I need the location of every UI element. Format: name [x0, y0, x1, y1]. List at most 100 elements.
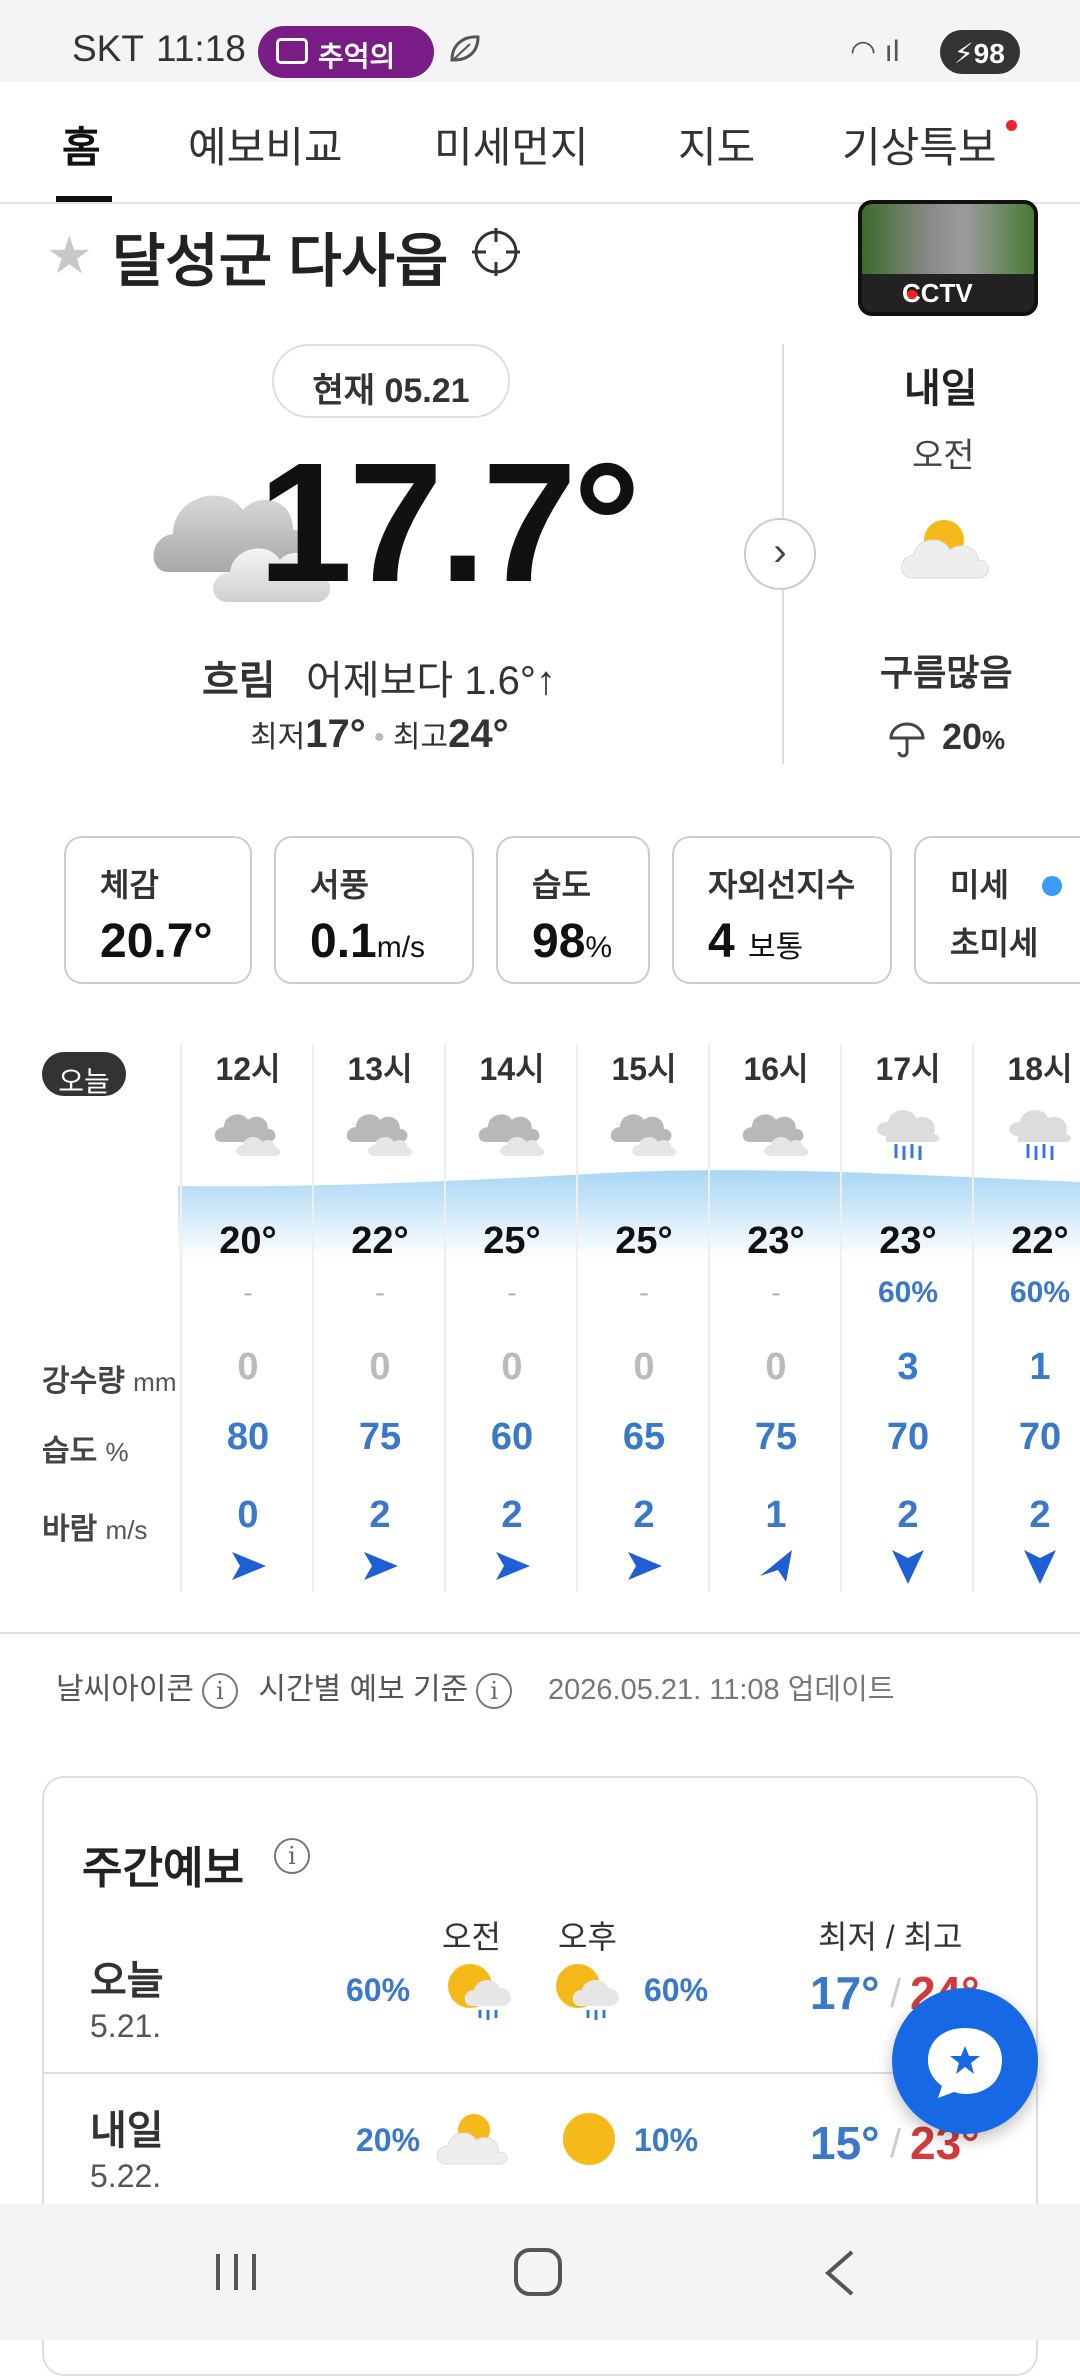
hour-humidity: 75 — [358, 1416, 402, 1458]
hour-wind-speed: 1 — [765, 1494, 787, 1536]
wind-direction-arrow-icon — [496, 1552, 530, 1580]
min-temperature: 15° — [810, 2117, 880, 2169]
hour-label: 12시 — [215, 1051, 281, 1087]
back-icon[interactable] — [820, 2248, 860, 2298]
metric-value: 0.1m/s — [310, 915, 426, 968]
tab-fine-dust[interactable]: 미세먼지 — [434, 114, 589, 175]
tab-home[interactable]: 홈 — [62, 114, 101, 175]
hourly-column: 15시 25° - 0 65 2 — [576, 1044, 708, 1592]
hour-rainfall: 3 — [897, 1346, 919, 1388]
hour-label: 14시 — [479, 1051, 545, 1087]
metric-card-wind[interactable]: 서풍 0.1m/s — [274, 836, 474, 984]
min-temperature: 17° — [810, 1967, 880, 2019]
hour-label: 13시 — [347, 1051, 413, 1087]
hourly-column: 17시 23° 60% 3 70 2 — [840, 1044, 972, 1592]
hour-temperature: 25° — [615, 1220, 673, 1262]
cloudy-icon — [346, 1114, 413, 1156]
day-label: 내일 — [90, 2109, 164, 2153]
hour-rain-probability: 60% — [877, 1276, 939, 1309]
forecast-basis-label: 시간별 예보 기준 — [258, 1673, 469, 1706]
next-arrow-button[interactable]: › — [744, 518, 816, 590]
recent-apps-icon[interactable] — [212, 2250, 260, 2294]
hour-rain-probability: 60% — [1009, 1276, 1071, 1309]
hour-wind-speed: 0 — [237, 1494, 259, 1536]
hour-label: 17시 — [875, 1051, 941, 1087]
metric-label: 체감 — [100, 867, 159, 903]
metric-label: 습도 — [532, 867, 591, 903]
wifi-signal-icon: ◠ ıl — [850, 35, 900, 68]
hour-wind-speed: 2 — [501, 1494, 523, 1536]
divider — [0, 1632, 1080, 1634]
chevron-right-icon: › — [773, 530, 787, 574]
hourly-column: 12시 20° - 0 80 0 — [180, 1044, 312, 1592]
hour-humidity: 60 — [490, 1416, 534, 1458]
row-label-rain: 강수량 mm — [42, 1365, 177, 1398]
metric-card-feels-like[interactable]: 체감 20.7° — [64, 836, 252, 984]
favorite-star-icon[interactable]: ★ — [46, 226, 93, 286]
locate-target-icon[interactable] — [470, 226, 522, 278]
hour-humidity: 70 — [1018, 1416, 1062, 1458]
status-bar: SKT 11:18 추억의 ◠ ıl ⚡98 — [0, 0, 1080, 82]
row-label-humidity: 습도 % — [42, 1435, 129, 1468]
tab-forecast-compare[interactable]: 예보비교 — [188, 114, 343, 175]
hour-rainfall: 0 — [633, 1346, 655, 1388]
hour-temperature: 23° — [747, 1220, 805, 1262]
metric-card-dust[interactable]: 미세 초미세 — [914, 836, 1080, 984]
leaf-icon — [450, 35, 480, 62]
carrier-label: SKT — [72, 28, 144, 69]
rain-icon — [1009, 1110, 1072, 1160]
rain-icon — [877, 1110, 940, 1160]
hour-rain-probability: - — [243, 1276, 253, 1309]
weekly-title: 주간예보 — [82, 1844, 244, 1893]
day-date: 5.21. — [90, 2008, 162, 2044]
info-icon[interactable]: i — [476, 1673, 513, 1710]
chat-star-icon — [928, 2028, 1002, 2098]
location-name: 달성군 다사읍 — [112, 229, 449, 294]
current-temperature: 17.7° — [258, 428, 641, 618]
media-pill-label: 추억의 — [318, 41, 396, 72]
min-value: 17° — [305, 712, 366, 756]
metric-value: 20.7° — [100, 915, 213, 968]
hour-rain-probability: - — [639, 1276, 649, 1309]
sun-rain-icon — [556, 1964, 619, 2020]
hour-humidity: 75 — [754, 1416, 798, 1458]
metric-value: 98% — [532, 915, 613, 968]
hourly-column: 13시 22° - 0 75 2 — [312, 1044, 444, 1592]
hour-rainfall: 1 — [1029, 1346, 1051, 1388]
tomorrow-period: 오전 — [912, 437, 975, 475]
weekly-row-today[interactable]: 오늘 5.21. 60% 60% 17° / 24° — [44, 1924, 1036, 2074]
wind-direction-arrow-icon — [1024, 1550, 1056, 1584]
hour-temperature: 20° — [219, 1220, 277, 1262]
wind-direction-arrow-icon — [892, 1550, 924, 1584]
info-icon[interactable]: i — [202, 1673, 238, 1710]
pm-rain-probability: 60% — [644, 1972, 709, 2008]
metric-card-uv[interactable]: 자외선지수 4 보통 — [672, 836, 892, 984]
hour-rain-probability: - — [375, 1276, 385, 1309]
hour-temperature: 22° — [351, 1220, 409, 1262]
min-label: 최저 — [250, 721, 306, 754]
info-icon[interactable]: i — [274, 1838, 310, 1874]
metric-card-humidity[interactable]: 습도 98% — [496, 836, 650, 984]
hour-humidity: 70 — [886, 1416, 930, 1458]
weather-icon-info-label: 날씨아이콘 — [56, 1673, 194, 1706]
hour-rain-probability: - — [507, 1276, 517, 1309]
day-date: 5.22. — [90, 2158, 162, 2194]
cloudy-icon — [214, 1114, 281, 1156]
radio-icon — [276, 38, 308, 64]
metric-label: 서풍 — [310, 867, 369, 903]
info-row: 날씨아이콘 i 시간별 예보 기준 i — [56, 1664, 524, 1710]
hourly-column: 18시 22° 60% 1 70 2 — [972, 1044, 1080, 1592]
chatbot-fab-button[interactable] — [892, 1988, 1038, 2134]
weekly-row-tomorrow[interactable]: 내일 5.22. 20% 10% 15° / 23° — [44, 2074, 1036, 2224]
active-tab-indicator — [56, 196, 112, 202]
tab-map[interactable]: 지도 — [678, 114, 755, 175]
current-date-pill: 현재 05.21 — [272, 344, 510, 418]
cctv-thumbnail[interactable]: CCTV — [858, 200, 1038, 316]
metric-value: 4 보통 — [708, 915, 804, 968]
am-rain-probability: 60% — [346, 1972, 411, 2008]
home-icon[interactable] — [512, 2246, 564, 2298]
tab-weather-alert[interactable]: 기상특보 — [842, 114, 997, 175]
cloudy-icon — [610, 1114, 677, 1156]
media-pill[interactable]: 추억의 — [258, 26, 434, 78]
hour-wind-speed: 2 — [633, 1494, 655, 1536]
